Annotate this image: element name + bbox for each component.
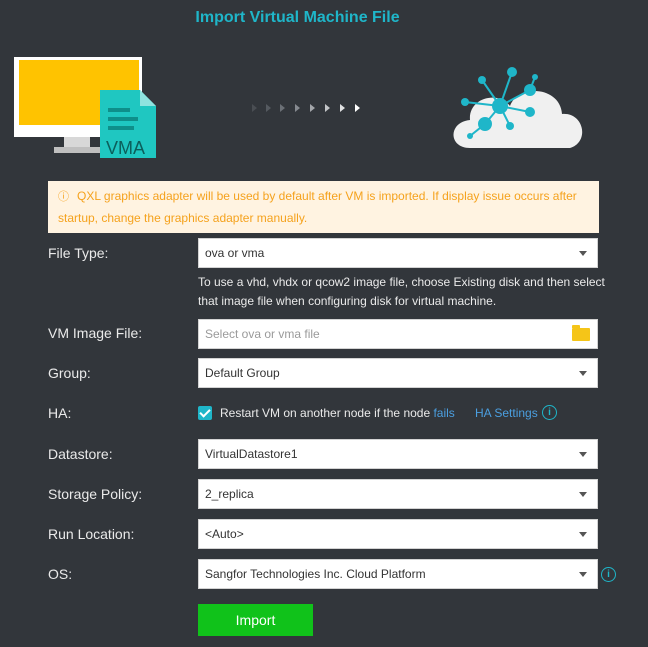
run-location-select[interactable]: <Auto> xyxy=(198,519,598,549)
dialog-title: Import Virtual Machine File xyxy=(195,9,400,26)
file-type-hint: To use a vhd, vhdx or qcow2 image file, … xyxy=(198,275,605,308)
datastore-select[interactable]: VirtualDatastore1 xyxy=(198,439,598,469)
storage-policy-select[interactable]: 2_replica xyxy=(198,479,598,509)
datastore-label: Datastore: xyxy=(48,446,113,462)
vm-image-file-placeholder: Select ova or vma file xyxy=(205,327,320,341)
ha-restart-text: Restart VM on another node if the node f… xyxy=(220,406,455,420)
chevron-down-icon xyxy=(579,532,587,537)
group-label: Group: xyxy=(48,365,91,381)
import-illustration: VMA xyxy=(0,50,648,170)
ha-restart-label: Restart VM on another node if the node xyxy=(220,406,434,420)
os-select[interactable]: Sangfor Technologies Inc. Cloud Platform xyxy=(198,559,598,589)
ha-fails-link[interactable]: fails xyxy=(433,406,454,420)
file-badge-text: VMA xyxy=(106,138,145,158)
ha-restart-checkbox[interactable] xyxy=(198,406,212,420)
transfer-arrows-icon xyxy=(252,104,360,112)
os-value: Sangfor Technologies Inc. Cloud Platform xyxy=(205,567,426,581)
os-label: OS: xyxy=(48,566,73,582)
cloud-network-icon xyxy=(453,67,583,148)
folder-icon[interactable] xyxy=(572,325,590,341)
chevron-down-icon xyxy=(579,572,587,577)
warning-circle-icon: ⓘ xyxy=(58,191,69,203)
chevron-down-icon xyxy=(579,251,587,256)
vm-image-file-label: VM Image File: xyxy=(48,325,143,341)
illustration-svg: VMA xyxy=(14,57,583,158)
ha-label: HA: xyxy=(48,405,72,421)
file-type-label: File Type: xyxy=(48,245,109,261)
storage-policy-label: Storage Policy: xyxy=(48,486,143,502)
run-location-value: <Auto> xyxy=(205,527,244,541)
file-type-select[interactable]: ova or vma xyxy=(198,238,598,268)
chevron-down-icon xyxy=(579,371,587,376)
os-info-icon[interactable]: i xyxy=(601,567,616,582)
storage-policy-value: 2_replica xyxy=(205,487,254,501)
ha-settings-link[interactable]: HA Settings xyxy=(475,406,538,420)
group-select[interactable]: Default Group xyxy=(198,358,598,388)
run-location-label: Run Location: xyxy=(48,526,135,542)
file-type-value: ova or vma xyxy=(205,246,265,260)
vm-image-file-input[interactable]: Select ova or vma file xyxy=(198,319,598,349)
chevron-down-icon xyxy=(579,452,587,457)
notice-text: QXL graphics adapter will be used by def… xyxy=(58,189,577,225)
chevron-down-icon xyxy=(579,492,587,497)
qxl-notice-banner: ⓘ QXL graphics adapter will be used by de… xyxy=(48,181,599,233)
import-button[interactable]: Import xyxy=(198,604,313,636)
ha-info-icon[interactable]: i xyxy=(542,405,557,420)
datastore-value: VirtualDatastore1 xyxy=(205,447,298,461)
group-value: Default Group xyxy=(205,366,280,380)
vma-file-icon: VMA xyxy=(100,90,156,158)
